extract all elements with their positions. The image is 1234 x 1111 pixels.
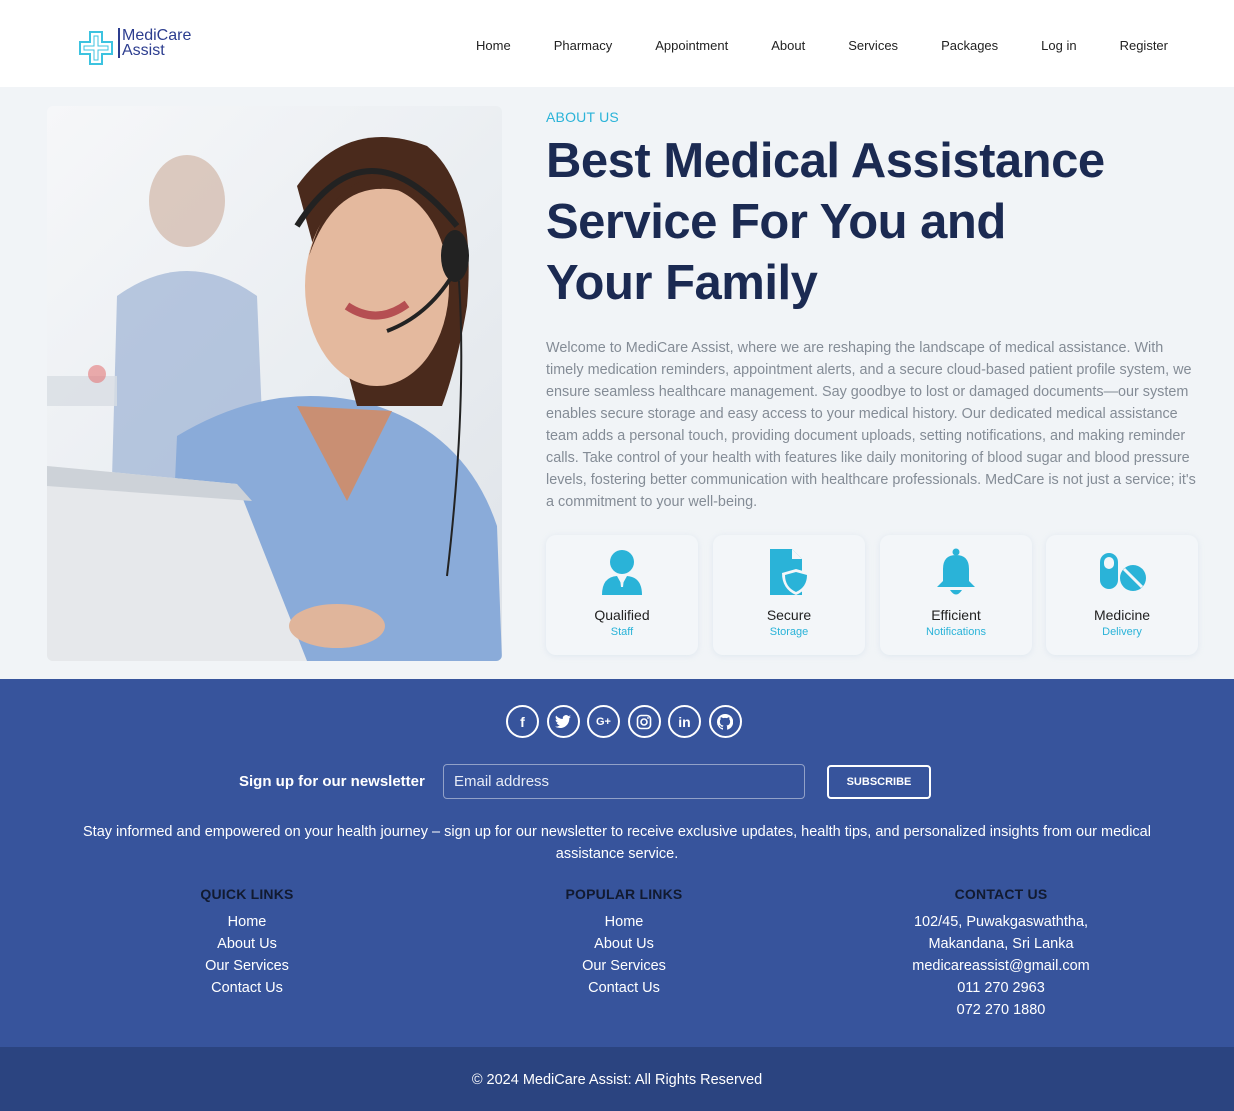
page-title: Best Medical Assistance Service For You … bbox=[546, 134, 1105, 310]
brand-wordmark: MediCare Assist bbox=[118, 28, 191, 59]
contact-phone-1: 011 270 2963 bbox=[957, 980, 1045, 996]
site-footer: f G+ in Sign up for our newsletter SUBSC… bbox=[0, 679, 1234, 1047]
subscribe-button[interactable]: SUBSCRIBE bbox=[827, 765, 931, 799]
newsletter-label: Sign up for our newsletter bbox=[239, 773, 425, 790]
nav-login[interactable]: Log in bbox=[1041, 38, 1076, 53]
popular-link-contact[interactable]: Contact Us bbox=[494, 977, 754, 999]
quick-link-home[interactable]: Home bbox=[117, 911, 377, 933]
feature-cards: Qualified Staff Secure Storage Efficient… bbox=[546, 535, 1198, 655]
google-plus-icon[interactable]: G+ bbox=[587, 705, 620, 738]
nav-services[interactable]: Services bbox=[848, 38, 898, 53]
feature-subtitle: Storage bbox=[769, 626, 809, 638]
brand-name-line2: Assist bbox=[122, 42, 165, 59]
feature-title: Secure bbox=[766, 607, 812, 623]
popular-link-services[interactable]: Our Services bbox=[494, 955, 754, 977]
quick-link-services[interactable]: Our Services bbox=[117, 955, 377, 977]
hero-photo-support-agent bbox=[47, 106, 502, 661]
bell-icon bbox=[937, 548, 975, 595]
pills-icon bbox=[1100, 553, 1146, 591]
copyright-bar: © 2024 MediCare Assist: All Rights Reser… bbox=[0, 1047, 1234, 1111]
nav-about[interactable]: About bbox=[771, 38, 805, 53]
contact-heading: CONTACT US bbox=[954, 886, 1048, 902]
nav-register[interactable]: Register bbox=[1120, 38, 1168, 53]
email-field[interactable] bbox=[443, 764, 805, 799]
linkedin-icon[interactable]: in bbox=[668, 705, 701, 738]
site-header: MediCare Assist Home Pharmacy Appointmen… bbox=[0, 0, 1234, 87]
nav-appointment[interactable]: Appointment bbox=[655, 38, 728, 53]
popular-link-about[interactable]: About Us bbox=[494, 933, 754, 955]
nav-pharmacy[interactable]: Pharmacy bbox=[554, 38, 613, 53]
contact-column: CONTACT US 102/45, Puwakgaswaththa, Maka… bbox=[871, 886, 1131, 1021]
feature-title: Qualified bbox=[594, 607, 650, 623]
main-nav: Home Pharmacy Appointment About Services… bbox=[433, 38, 1168, 53]
about-description: Welcome to MediCare Assist, where we are… bbox=[546, 340, 1196, 510]
contact-phone-2: 072 270 1880 bbox=[956, 1002, 1046, 1018]
feature-card-medicine-delivery: Medicine Delivery bbox=[1046, 535, 1198, 655]
feature-subtitle: Delivery bbox=[1102, 626, 1142, 638]
feature-subtitle: Staff bbox=[610, 626, 634, 638]
feature-card-efficient-notifications: Efficient Notifications bbox=[880, 535, 1032, 655]
feature-card-secure-storage: Secure Storage bbox=[713, 535, 865, 655]
popular-links-column: POPULAR LINKS Home About Us Our Services… bbox=[494, 886, 754, 999]
quick-links-column: QUICK LINKS Home About Us Our Services C… bbox=[117, 886, 377, 999]
nav-packages[interactable]: Packages bbox=[941, 38, 998, 53]
feature-subtitle: Notifications bbox=[926, 626, 986, 638]
feature-title: Efficient bbox=[931, 607, 981, 623]
popular-link-home[interactable]: Home bbox=[494, 911, 754, 933]
secure-document-icon bbox=[770, 549, 810, 595]
contact-email-link[interactable]: medicareassist@gmail.com bbox=[871, 955, 1131, 977]
contact-address-line2: Makandana, Sri Lanka bbox=[928, 936, 1074, 952]
github-icon[interactable] bbox=[708, 705, 742, 738]
brand-logo[interactable]: MediCare Assist bbox=[78, 28, 198, 68]
support-agent-illustration bbox=[47, 137, 502, 661]
quick-link-about[interactable]: About Us bbox=[117, 933, 377, 955]
nav-home[interactable]: Home bbox=[476, 38, 511, 53]
social-links: f G+ in bbox=[506, 705, 749, 738]
doctor-icon bbox=[602, 550, 642, 595]
instagram-icon[interactable] bbox=[627, 705, 661, 738]
quick-links-heading: QUICK LINKS bbox=[200, 886, 294, 902]
twitter-icon[interactable] bbox=[546, 705, 580, 738]
newsletter-description: Stay informed and empowered on your heal… bbox=[83, 824, 1151, 862]
medical-cross-icon bbox=[79, 31, 113, 65]
facebook-icon[interactable]: f bbox=[506, 705, 539, 738]
feature-title: Medicine bbox=[1093, 607, 1151, 623]
feature-card-qualified-staff: Qualified Staff bbox=[546, 535, 698, 655]
quick-link-contact[interactable]: Contact Us bbox=[117, 977, 377, 999]
section-eyebrow: ABOUT US bbox=[546, 109, 619, 125]
popular-links-heading: POPULAR LINKS bbox=[565, 886, 683, 902]
contact-address-line1: 102/45, Puwakgaswaththa, bbox=[913, 914, 1089, 930]
